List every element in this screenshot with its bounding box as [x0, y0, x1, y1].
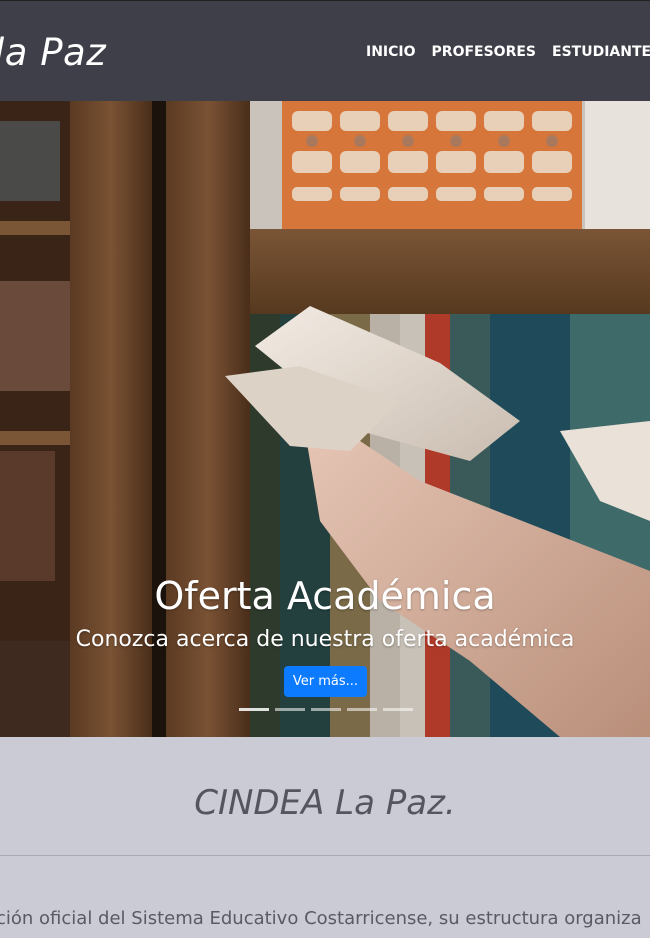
nav-link-profesores[interactable]: PROFESORES — [432, 42, 536, 62]
carousel-title: Oferta Académica — [154, 574, 496, 618]
section-divider — [0, 855, 650, 856]
nav-link-estudiantes[interactable]: ESTUDIANTES — [552, 42, 650, 62]
section-heading: CINDEA La Paz. — [194, 783, 456, 823]
carousel-indicator-5[interactable] — [383, 708, 413, 711]
carousel-indicator-4[interactable] — [347, 708, 377, 711]
nav-link-inicio[interactable]: INICIO — [366, 42, 416, 62]
ver-mas-button[interactable]: Ver más... — [284, 666, 367, 697]
intro-paragraph: ción oficial del Sistema Educativo Costa… — [0, 908, 642, 929]
carousel-indicator-3[interactable] — [311, 708, 341, 711]
nav-links: INICIO PROFESORES ESTUDIANTES — [366, 42, 650, 62]
carousel-indicator-2[interactable] — [275, 708, 305, 711]
carousel-subtitle: Conozca acerca de nuestra oferta académi… — [75, 627, 575, 652]
navbar: la Paz INICIO PROFESORES ESTUDIANTES — [0, 0, 650, 101]
nav-link-estudiantes-label: ESTUDIANTES — [552, 44, 650, 60]
hero-carousel: Oferta Académica Conozca acerca de nuest… — [0, 101, 650, 737]
brand-logo-text[interactable]: la Paz — [0, 31, 106, 75]
intro-section: CINDEA La Paz. ción oficial del Sistema … — [0, 737, 650, 938]
carousel-indicators — [239, 708, 419, 711]
carousel-indicator-1[interactable] — [239, 708, 269, 711]
